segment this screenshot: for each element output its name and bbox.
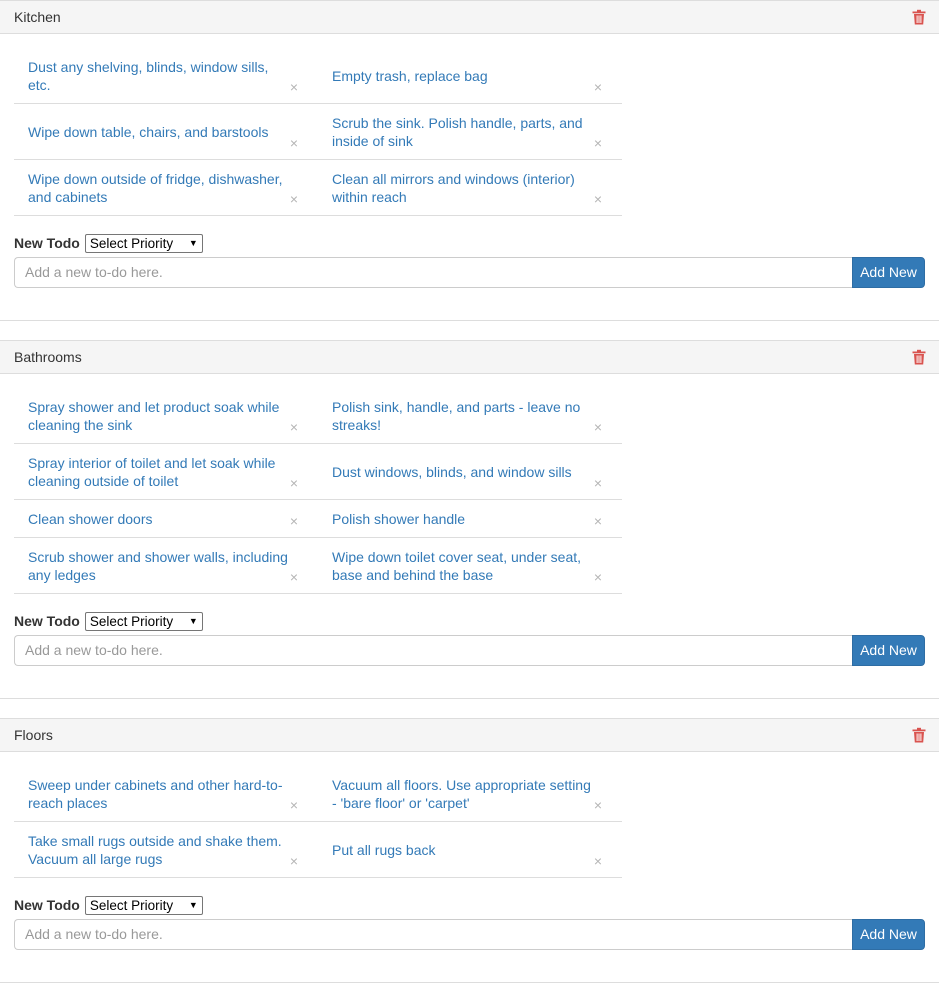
- todo-item: Empty trash, replace bag ×: [318, 48, 622, 104]
- remove-todo-icon[interactable]: ×: [290, 420, 298, 434]
- todo-item: Spray shower and let product soak while …: [14, 388, 318, 444]
- new-todo-row: New Todo Select Priority ▼: [14, 611, 925, 631]
- chevron-down-icon: ▼: [188, 899, 198, 910]
- todo-link[interactable]: Spray shower and let product soak while …: [28, 398, 288, 434]
- panel-heading: Bathrooms: [0, 340, 939, 374]
- new-todo-label: New Todo: [14, 613, 80, 629]
- priority-select[interactable]: Select Priority ▼: [84, 233, 203, 253]
- todo-link[interactable]: Vacuum all floors. Use appropriate setti…: [332, 776, 592, 812]
- remove-todo-icon[interactable]: ×: [290, 854, 298, 868]
- category-panel: Bathrooms Spray shower and let product s…: [0, 340, 939, 699]
- remove-todo-icon[interactable]: ×: [290, 80, 298, 94]
- todo-item: Wipe down outside of fridge, dishwasher,…: [14, 160, 318, 216]
- remove-todo-icon[interactable]: ×: [290, 798, 298, 812]
- chevron-down-icon: ▼: [188, 237, 198, 248]
- todo-link[interactable]: Scrub the sink. Polish handle, parts, an…: [332, 114, 592, 150]
- todo-link[interactable]: Polish sink, handle, and parts - leave n…: [332, 398, 592, 434]
- add-new-button[interactable]: Add New: [852, 257, 925, 288]
- add-new-button[interactable]: Add New: [852, 635, 925, 666]
- todo-item: Clean all mirrors and windows (interior)…: [318, 160, 622, 216]
- todo-link[interactable]: Polish shower handle: [332, 510, 465, 528]
- todo-link[interactable]: Take small rugs outside and shake them. …: [28, 832, 288, 868]
- category-title: Floors: [14, 727, 53, 743]
- new-todo-row: New Todo Select Priority ▼: [14, 233, 925, 253]
- new-todo-input[interactable]: Add a new to-do here.: [14, 635, 852, 666]
- todo-item: Dust any shelving, blinds, window sills,…: [14, 48, 318, 104]
- remove-todo-icon[interactable]: ×: [290, 136, 298, 150]
- panel-heading: Kitchen: [0, 0, 939, 34]
- trash-icon[interactable]: [911, 727, 927, 743]
- todo-item: Put all rugs back ×: [318, 822, 622, 878]
- todo-list: Spray shower and let product soak while …: [14, 388, 925, 594]
- remove-todo-icon[interactable]: ×: [594, 476, 602, 490]
- priority-select[interactable]: Select Priority ▼: [84, 895, 203, 915]
- todo-list: Dust any shelving, blinds, window sills,…: [14, 48, 925, 216]
- priority-select-value: Select Priority: [89, 235, 174, 251]
- todo-link[interactable]: Wipe down toilet cover seat, under seat,…: [332, 548, 592, 584]
- todo-link[interactable]: Scrub shower and shower walls, including…: [28, 548, 288, 584]
- new-todo-label: New Todo: [14, 235, 80, 251]
- category-title: Bathrooms: [14, 349, 82, 365]
- category-panel: Kitchen Dust any shelving, blinds, windo…: [0, 0, 939, 321]
- remove-todo-icon[interactable]: ×: [594, 514, 602, 528]
- todo-link[interactable]: Wipe down outside of fridge, dishwasher,…: [28, 170, 288, 206]
- todo-item: Wipe down toilet cover seat, under seat,…: [318, 538, 622, 594]
- priority-select-value: Select Priority: [89, 613, 174, 629]
- new-todo-label: New Todo: [14, 897, 80, 913]
- panel-heading: Floors: [0, 718, 939, 752]
- new-todo-input[interactable]: Add a new to-do here.: [14, 257, 852, 288]
- remove-todo-icon[interactable]: ×: [594, 854, 602, 868]
- chevron-down-icon: ▼: [188, 615, 198, 626]
- remove-todo-icon[interactable]: ×: [594, 570, 602, 584]
- remove-todo-icon[interactable]: ×: [290, 192, 298, 206]
- todo-link[interactable]: Clean all mirrors and windows (interior)…: [332, 170, 592, 206]
- todo-link[interactable]: Spray interior of toilet and let soak wh…: [28, 454, 288, 490]
- todo-item: Polish sink, handle, and parts - leave n…: [318, 388, 622, 444]
- new-todo-input[interactable]: Add a new to-do here.: [14, 919, 852, 950]
- todo-item: Dust windows, blinds, and window sills ×: [318, 444, 622, 500]
- todo-item: Vacuum all floors. Use appropriate setti…: [318, 766, 622, 822]
- new-todo-row: New Todo Select Priority ▼: [14, 895, 925, 915]
- trash-icon[interactable]: [911, 9, 927, 25]
- remove-todo-icon[interactable]: ×: [290, 514, 298, 528]
- new-todo-input-group: Add a new to-do here. Add New: [14, 635, 925, 666]
- trash-icon[interactable]: [911, 349, 927, 365]
- add-new-button[interactable]: Add New: [852, 919, 925, 950]
- todo-item: Wipe down table, chairs, and barstools ×: [14, 104, 318, 160]
- new-todo-input-group: Add a new to-do here. Add New: [14, 919, 925, 950]
- todo-link[interactable]: Dust windows, blinds, and window sills: [332, 463, 572, 481]
- todo-link[interactable]: Sweep under cabinets and other hard-to-r…: [28, 776, 288, 812]
- remove-todo-icon[interactable]: ×: [594, 80, 602, 94]
- remove-todo-icon[interactable]: ×: [594, 136, 602, 150]
- category-panel: Floors Sweep under cabinets and other ha…: [0, 718, 939, 983]
- todo-item: Clean shower doors ×: [14, 500, 318, 538]
- todo-item: Scrub shower and shower walls, including…: [14, 538, 318, 594]
- remove-todo-icon[interactable]: ×: [290, 570, 298, 584]
- todo-link[interactable]: Dust any shelving, blinds, window sills,…: [28, 58, 288, 94]
- todo-link[interactable]: Empty trash, replace bag: [332, 67, 488, 85]
- priority-select-value: Select Priority: [89, 897, 174, 913]
- panel-body: Sweep under cabinets and other hard-to-r…: [0, 752, 939, 982]
- todo-list: Sweep under cabinets and other hard-to-r…: [14, 766, 925, 878]
- panel-body: Dust any shelving, blinds, window sills,…: [0, 34, 939, 320]
- new-todo-input-group: Add a new to-do here. Add New: [14, 257, 925, 288]
- todo-item: Polish shower handle ×: [318, 500, 622, 538]
- remove-todo-icon[interactable]: ×: [594, 420, 602, 434]
- todo-item: Spray interior of toilet and let soak wh…: [14, 444, 318, 500]
- remove-todo-icon[interactable]: ×: [290, 476, 298, 490]
- todo-link[interactable]: Put all rugs back: [332, 841, 436, 859]
- todo-item: Take small rugs outside and shake them. …: [14, 822, 318, 878]
- todo-app: Kitchen Dust any shelving, blinds, windo…: [0, 0, 939, 983]
- todo-link[interactable]: Clean shower doors: [28, 510, 153, 528]
- remove-todo-icon[interactable]: ×: [594, 798, 602, 812]
- todo-link[interactable]: Wipe down table, chairs, and barstools: [28, 123, 268, 141]
- todo-item: Scrub the sink. Polish handle, parts, an…: [318, 104, 622, 160]
- panel-body: Spray shower and let product soak while …: [0, 374, 939, 698]
- todo-item: Sweep under cabinets and other hard-to-r…: [14, 766, 318, 822]
- category-title: Kitchen: [14, 9, 61, 25]
- remove-todo-icon[interactable]: ×: [594, 192, 602, 206]
- priority-select[interactable]: Select Priority ▼: [84, 611, 203, 631]
